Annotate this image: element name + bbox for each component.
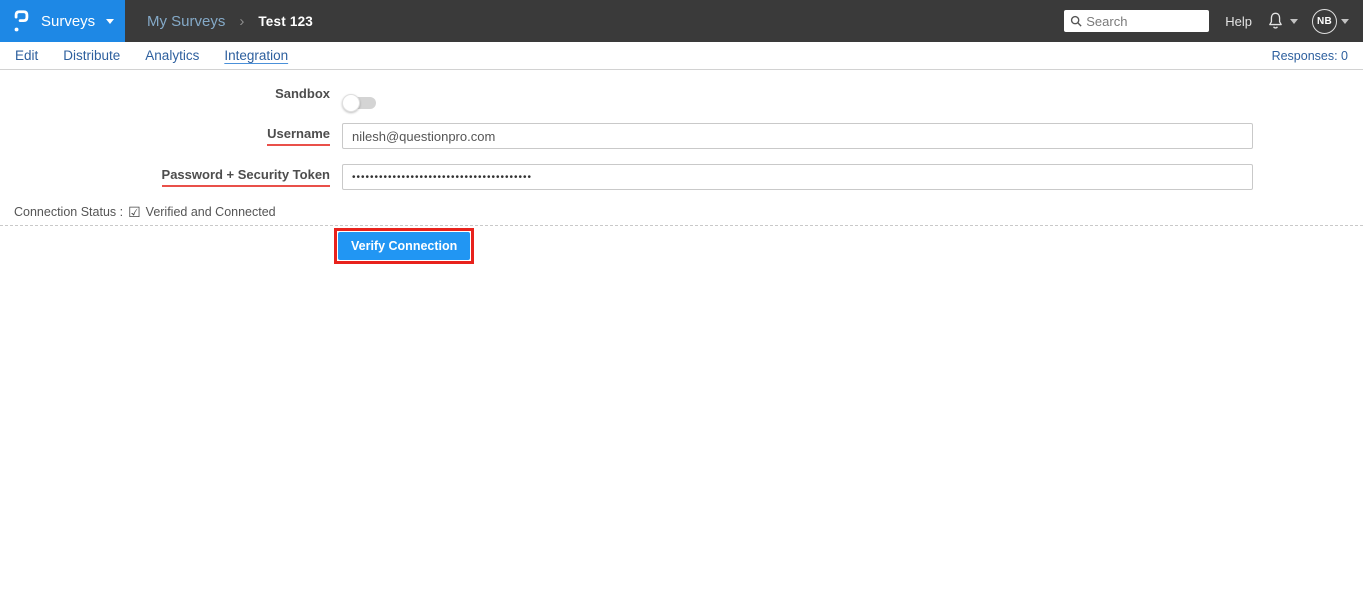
tab-edit[interactable]: Edit [15, 48, 38, 63]
tab-analytics[interactable]: Analytics [145, 48, 199, 63]
username-row: Username [0, 123, 1363, 149]
chevron-down-icon [106, 18, 115, 24]
verify-connection-button[interactable]: Verify Connection [338, 232, 471, 260]
sandbox-label: Sandbox [275, 86, 330, 101]
connection-status-label: Connection Status : [14, 205, 124, 219]
search-input[interactable] [1086, 13, 1204, 29]
bell-icon [1266, 11, 1285, 31]
notifications-menu[interactable] [1266, 11, 1298, 31]
product-menu-surveys[interactable]: Surveys [0, 0, 125, 42]
breadcrumb-separator-icon: › [239, 12, 245, 30]
integration-settings-panel: Sandbox Username Password + Security Tok… [0, 86, 1363, 264]
help-link[interactable]: Help [1225, 14, 1252, 29]
breadcrumb-current-survey: Test 123 [258, 13, 313, 29]
password-security-token-label: Password + Security Token [161, 167, 330, 187]
toggle-knob [342, 93, 360, 112]
breadcrumb: My Surveys › Test 123 [147, 13, 313, 30]
user-account-menu[interactable]: NB [1312, 8, 1349, 34]
survey-tab-bar: Edit Distribute Analytics Integration Re… [0, 42, 1363, 70]
dashed-divider [0, 225, 1363, 226]
password-input[interactable] [342, 164, 1253, 190]
questionpro-logo-icon [13, 8, 30, 34]
chevron-down-icon [1341, 18, 1349, 24]
tab-integration[interactable]: Integration [224, 48, 288, 63]
annotation-highlight-box: Verify Connection [334, 228, 475, 264]
checked-checkbox-icon: ☑ [128, 204, 141, 220]
username-label: Username [267, 126, 330, 146]
breadcrumb-my-surveys[interactable]: My Surveys [147, 13, 225, 30]
connection-status-row: Connection Status : ☑ Verified and Conne… [0, 205, 1363, 219]
chevron-down-icon [1290, 18, 1298, 24]
search-icon [1070, 15, 1082, 27]
avatar: NB [1312, 8, 1337, 34]
username-input[interactable] [342, 123, 1253, 149]
connection-status-value: Verified and Connected [145, 205, 276, 219]
responses-count[interactable]: Responses: 0 [1272, 49, 1348, 63]
product-menu-label: Surveys [41, 12, 96, 30]
search-box[interactable] [1064, 10, 1210, 32]
top-navigation-bar: Surveys My Surveys › Test 123 Help [0, 0, 1363, 42]
topbar-right-actions: Help NB [1064, 8, 1363, 34]
password-row: Password + Security Token [0, 164, 1363, 190]
sandbox-row: Sandbox [0, 86, 1363, 112]
tab-distribute[interactable]: Distribute [63, 48, 120, 63]
